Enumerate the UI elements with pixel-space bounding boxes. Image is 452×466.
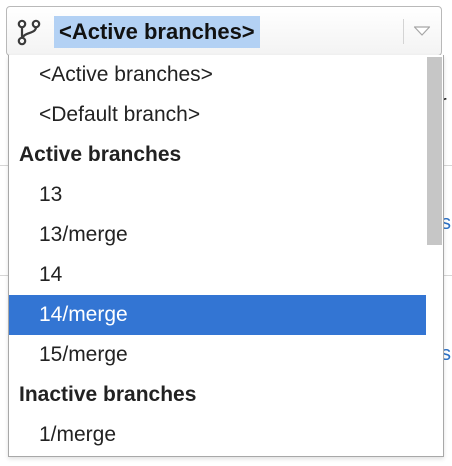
scrollbar-thumb[interactable] xyxy=(427,57,442,245)
group-header-active-branches: Active branches xyxy=(19,143,182,166)
option-default-branch[interactable]: <Default branch> xyxy=(9,95,428,135)
option-branch-13-merge[interactable]: 13/merge xyxy=(9,215,428,255)
branch-dropdown-list: <Active branches> <Default branch> Activ… xyxy=(8,55,444,457)
branch-selector[interactable]: <Active branches> xyxy=(6,6,442,56)
selected-branch-value: <Active branches> xyxy=(54,16,260,48)
group-header-inactive-branches: Inactive branches xyxy=(19,383,197,406)
option-branch-14[interactable]: 14 xyxy=(9,255,428,295)
option-active-branches[interactable]: <Active branches> xyxy=(9,55,428,95)
option-branch-14-merge[interactable]: 14/merge xyxy=(9,295,428,335)
option-branch-15-merge[interactable]: 15/merge xyxy=(9,335,428,375)
option-branch-1-merge[interactable]: 1/merge xyxy=(9,415,428,455)
scrollbar-track[interactable] xyxy=(426,55,443,456)
selector-divider xyxy=(403,19,404,44)
chevron-down-icon[interactable] xyxy=(413,25,431,37)
option-list: <Active branches> <Default branch> Activ… xyxy=(9,55,428,455)
option-branch-13[interactable]: 13 xyxy=(9,175,428,215)
branch-icon xyxy=(17,19,41,46)
